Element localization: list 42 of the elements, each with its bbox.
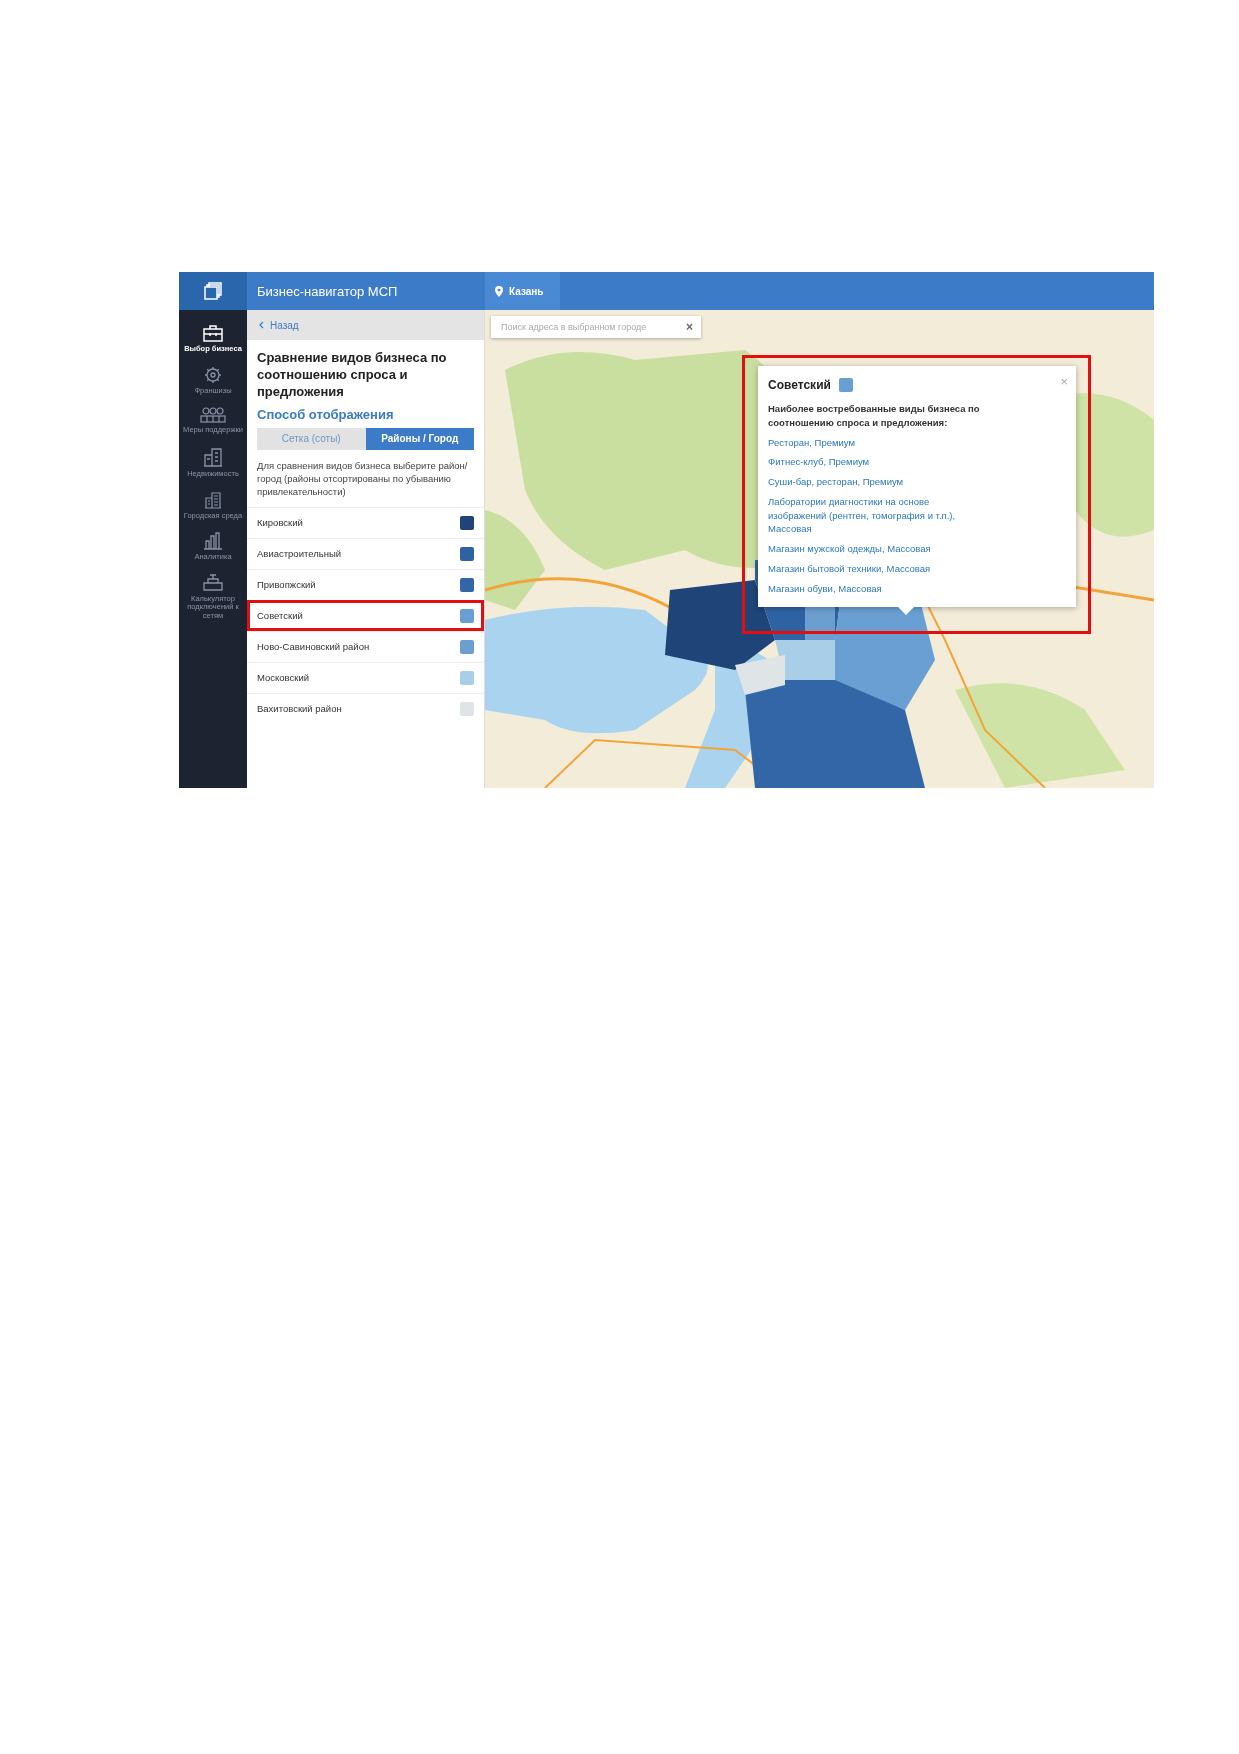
district-row[interactable]: Кировский <box>247 506 484 538</box>
district-name: Авиастроительный <box>257 548 342 560</box>
district-row[interactable]: Московский <box>247 661 484 693</box>
business-link[interactable]: Лаборатории диагностики на основе изображений (рентген, томография и т.п.), Массовая <box>768 494 983 537</box>
district-name: Вахитовский район <box>257 703 342 715</box>
pipe-valve-icon <box>203 573 223 592</box>
district-row[interactable]: Советский <box>247 599 484 631</box>
business-link[interactable]: Магазин обуви, Массовая <box>768 581 983 596</box>
district-row[interactable]: Привопжский <box>247 568 484 600</box>
city-selector[interactable]: Казань <box>485 272 560 310</box>
panel-title: Сравнение видов бизнеса по соотношению спроса и предложения <box>256 349 448 401</box>
district-name: Привопжский <box>257 579 316 591</box>
search-field[interactable]: Поиск адреса в выбранном городе × <box>491 316 701 338</box>
view-tab[interactable]: Районы / Город <box>365 427 474 450</box>
business-link[interactable]: Магазин бытовой техники, Массовая <box>768 561 983 576</box>
business-link[interactable]: Магазин мужской одежды, Массовая <box>768 542 983 556</box>
district-name: Ново-Савиновский район <box>257 641 370 653</box>
section-heading: Способ отображения <box>256 405 395 422</box>
briefcase-icon <box>203 324 223 342</box>
people-icon <box>200 407 226 424</box>
hint-text: Для сравнения видов бизнеса выберите район/город (районы отсортированы по убыванию привлекательности) <box>256 458 469 500</box>
map-pin-icon <box>495 285 503 297</box>
district-row[interactable]: Ново-Савиновский район <box>247 630 484 662</box>
business-link[interactable]: Фитнес-клуб, Премиум <box>768 455 983 470</box>
bar-chart-icon <box>203 532 223 551</box>
app-title: Бизнес-навигатор МСП <box>256 282 399 301</box>
district-name: Московский <box>257 672 310 684</box>
business-link[interactable]: Суши-бар, ресторан, Премиум <box>768 475 983 489</box>
city-icon <box>204 490 222 509</box>
district-row[interactable]: Вахитовский район <box>247 692 484 724</box>
chevron-left-icon <box>259 321 264 329</box>
district-row[interactable]: Авиастроительный <box>247 537 484 569</box>
clear-button[interactable]: × <box>686 320 693 334</box>
business-link[interactable]: Ресторан, Премиум <box>768 435 983 450</box>
popup-heading: Наиболее востребованные виды бизнеса по соотношению спроса и предложения: <box>768 402 981 430</box>
gear-icon <box>204 365 222 384</box>
layers-icon <box>204 282 222 300</box>
popup-title: Советский <box>768 378 831 392</box>
building-icon <box>203 446 223 467</box>
back-link[interactable]: Назад <box>247 310 484 340</box>
district-name: Кировский <box>257 517 303 529</box>
district-name: Советский <box>257 610 303 622</box>
